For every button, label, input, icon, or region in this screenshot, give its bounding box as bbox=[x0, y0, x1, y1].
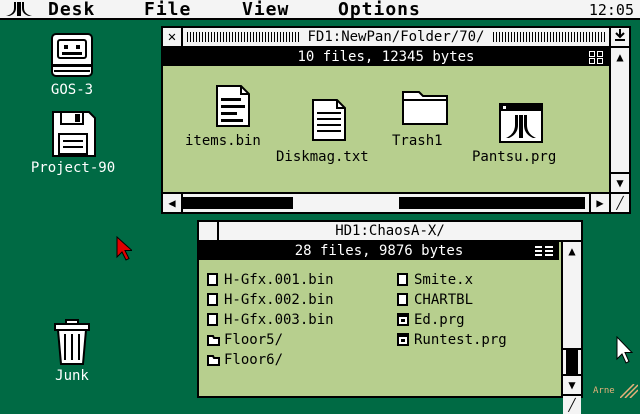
text-document-icon bbox=[312, 99, 346, 141]
desktop-icon-gos3[interactable]: GOS-3 bbox=[30, 32, 114, 98]
info-text: 10 files, 12345 bytes bbox=[297, 49, 475, 65]
scroll-track[interactable] bbox=[566, 350, 578, 374]
list-item[interactable]: Ed.prg bbox=[397, 312, 465, 328]
folder-icon bbox=[207, 354, 220, 367]
menu-view[interactable]: View bbox=[242, 0, 289, 20]
scroll-thumb[interactable] bbox=[291, 197, 401, 209]
grid-view-icon[interactable] bbox=[589, 51, 603, 64]
desktop-icon-label: Project-90 bbox=[30, 160, 116, 176]
file-icon-items-bin[interactable] bbox=[211, 84, 255, 128]
file-icon bbox=[207, 313, 218, 326]
list-item[interactable]: Floor5/ bbox=[207, 332, 283, 348]
desktop-icon-label: Junk bbox=[55, 368, 89, 384]
scroll-thumb[interactable] bbox=[611, 68, 629, 186]
info-bar: 10 files, 12345 bytes bbox=[163, 48, 609, 66]
file-label: Pantsu.prg bbox=[472, 149, 557, 165]
scroll-down-icon[interactable]: ▼ bbox=[563, 374, 581, 394]
program-icon bbox=[397, 313, 409, 326]
scroll-down-icon[interactable]: ▼ bbox=[611, 172, 629, 192]
file-icon-trash1[interactable] bbox=[401, 86, 449, 130]
file-icon-diskmag[interactable] bbox=[307, 98, 351, 142]
window-fd1: ✕ FD1:NewPan/Folder/70/ 10 files, 12345 … bbox=[161, 26, 631, 214]
info-text: 28 files, 9876 bytes bbox=[294, 243, 464, 259]
program-icon bbox=[499, 103, 543, 143]
resize-icon[interactable]: ╱ bbox=[609, 194, 629, 212]
vertical-scrollbar[interactable]: ▲ ▼ ╱ bbox=[561, 242, 581, 414]
folder-icon bbox=[207, 334, 220, 347]
red-arrow-cursor-icon bbox=[116, 236, 132, 261]
file-label: Trash1 bbox=[392, 133, 443, 149]
file-icon bbox=[207, 273, 218, 286]
window-titlebar[interactable]: HD1:ChaosA-X/ bbox=[199, 222, 581, 242]
window-titlebar[interactable]: ✕ FD1:NewPan/Folder/70/ bbox=[163, 28, 629, 48]
list-item[interactable]: Floor6/ bbox=[207, 352, 283, 368]
file-icon-pantsu[interactable] bbox=[497, 102, 545, 146]
info-bar: 28 files, 9876 bytes bbox=[199, 242, 559, 260]
scroll-thumb[interactable] bbox=[563, 262, 581, 350]
folder-icon bbox=[402, 91, 448, 125]
desktop-icon-junk[interactable]: Junk bbox=[36, 318, 108, 384]
file-label: items.bin bbox=[185, 133, 261, 149]
signature: Arne bbox=[593, 386, 615, 396]
list-item[interactable]: Runtest.prg bbox=[397, 332, 507, 348]
list-item[interactable]: Smite.x bbox=[397, 272, 473, 288]
white-arrow-cursor-icon bbox=[616, 336, 634, 364]
file-icon bbox=[207, 293, 218, 306]
list-item[interactable]: CHARTBL bbox=[397, 292, 473, 308]
menu-options[interactable]: Options bbox=[338, 0, 421, 20]
window-title: HD1:ChaosA-X/ bbox=[329, 223, 451, 239]
desktop-icon-project90[interactable]: Project-90 bbox=[14, 110, 132, 176]
menu-desk[interactable]: Desk bbox=[48, 0, 95, 20]
trash-can-icon bbox=[54, 319, 90, 365]
atari-logo-icon[interactable] bbox=[6, 2, 32, 16]
scroll-left-icon[interactable]: ◀ bbox=[163, 194, 183, 212]
menu-bar: Desk File View Options 12:05 bbox=[0, 0, 640, 20]
fuller-icon[interactable] bbox=[609, 28, 629, 46]
scroll-up-icon[interactable]: ▲ bbox=[563, 242, 581, 260]
window-hd1: HD1:ChaosA-X/ 28 files, 9876 bytes H-Gfx… bbox=[197, 220, 583, 414]
list-item[interactable]: H-Gfx.001.bin bbox=[207, 272, 334, 288]
menu-file[interactable]: File bbox=[144, 0, 191, 20]
list-item[interactable]: H-Gfx.003.bin bbox=[207, 312, 334, 328]
resize-icon[interactable]: ╱ bbox=[563, 394, 581, 414]
vertical-scrollbar[interactable]: ▲ ▼ bbox=[609, 48, 629, 192]
desktop-icon-label: GOS-3 bbox=[50, 82, 94, 98]
horizontal-scrollbar[interactable]: ◀ ▶ ╱ bbox=[163, 192, 629, 212]
floppy-disk-icon bbox=[52, 111, 96, 157]
scroll-right-icon[interactable]: ▶ bbox=[589, 194, 609, 212]
list-view-icon[interactable] bbox=[535, 245, 553, 258]
window-title: FD1:NewPan/Folder/70/ bbox=[301, 29, 491, 45]
document-icon bbox=[216, 85, 250, 127]
program-icon bbox=[397, 333, 409, 346]
file-label: Diskmag.txt bbox=[276, 149, 369, 165]
file-icon bbox=[397, 273, 408, 286]
clock: 12:05 bbox=[588, 1, 634, 19]
file-icon bbox=[397, 293, 408, 306]
scroll-up-icon[interactable]: ▲ bbox=[611, 48, 629, 66]
list-item[interactable]: H-Gfx.002.bin bbox=[207, 292, 334, 308]
drive-icon bbox=[51, 33, 93, 77]
corner-stripes-icon bbox=[620, 384, 638, 398]
